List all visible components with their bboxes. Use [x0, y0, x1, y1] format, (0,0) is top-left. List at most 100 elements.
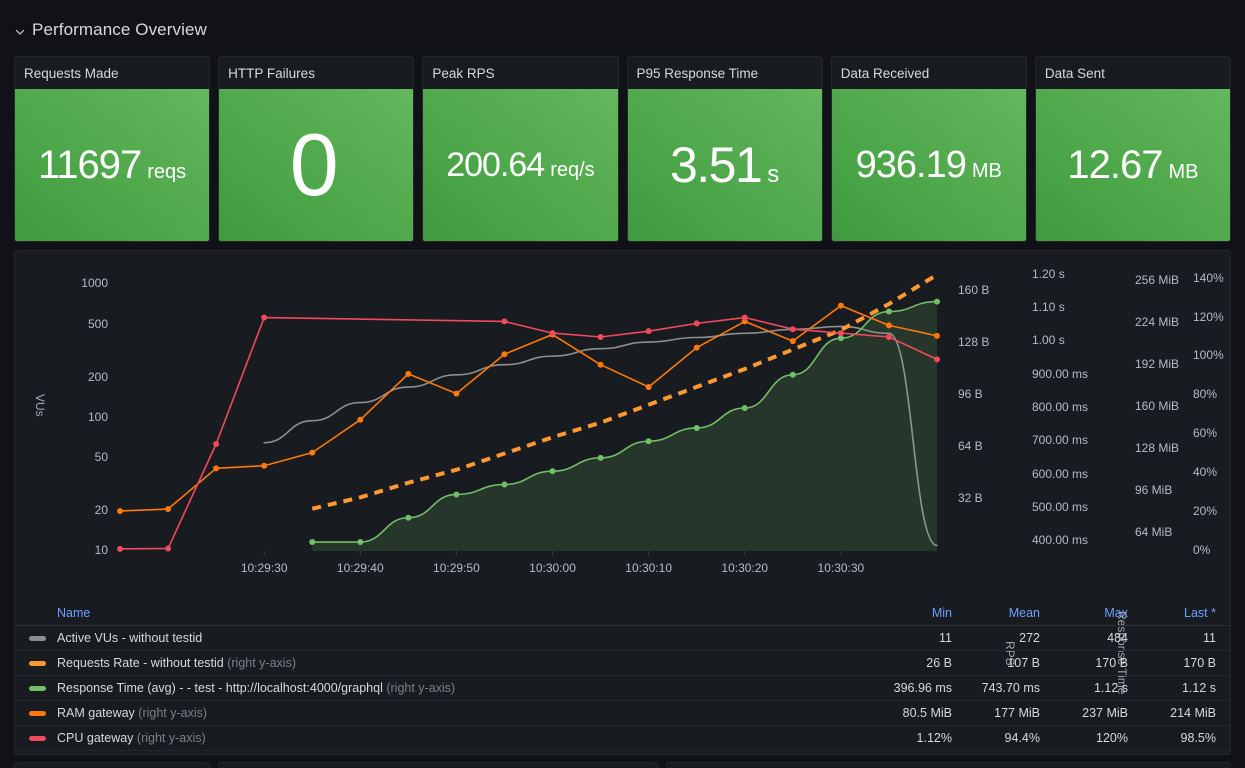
legend-swatch-cell[interactable] — [29, 660, 57, 666]
stat-panel-body: 11697 reqs — [15, 89, 210, 241]
stat-panel-data-sent[interactable]: Data Sent 12.67 MB — [1034, 56, 1232, 242]
axis-tick-label: 1.00 s — [1032, 333, 1065, 348]
axis-tick-label: 50 — [94, 449, 108, 464]
next-row-panel-3[interactable] — [666, 762, 1231, 768]
series-point — [501, 351, 508, 358]
legend-value-mean: 272 — [1019, 631, 1040, 645]
legend-series-name[interactable]: RAM gateway (right y-axis) — [57, 706, 864, 720]
stat-panel-title: Requests Made — [15, 57, 210, 89]
legend-value-max: 1.12 s — [1093, 681, 1128, 695]
axis-tick-label: 500.00 ms — [1032, 499, 1089, 514]
series-color-swatch-icon[interactable] — [29, 685, 46, 691]
next-row-panel-2[interactable] — [218, 762, 658, 768]
legend-swatch-cell[interactable] — [29, 710, 57, 716]
series-point — [549, 330, 556, 337]
dashboard-row-header[interactable]: Performance Overview — [14, 16, 207, 44]
series-point — [837, 330, 844, 337]
series-point — [741, 405, 748, 411]
axis-tick-label: 200 — [87, 369, 108, 384]
series-point — [597, 454, 604, 461]
legend-series-label: Active VUs - without testid — [57, 631, 203, 645]
legend-value-mean: 177 MiB — [994, 706, 1040, 720]
timeseries-graph-panel[interactable]: 1000 500 200 100 50 20 10 160 B 128 B 96 B 64 B 32 … — [14, 250, 1231, 755]
legend-series-name[interactable]: CPU gateway (right y-axis) — [57, 731, 864, 745]
legend-axis-note: (right y-axis) — [138, 706, 208, 720]
legend-value-max: 120% — [1096, 731, 1128, 745]
stat-panel-data-received[interactable]: Data Received 936.19 MB — [830, 56, 1027, 242]
legend-swatch-cell[interactable] — [29, 685, 57, 691]
legend-column-min[interactable]: Min — [864, 606, 952, 620]
axis-tick-label: 800.00 ms — [1032, 400, 1089, 414]
series-point — [357, 416, 364, 423]
series-point — [934, 356, 940, 363]
series-color-swatch-icon[interactable] — [29, 635, 46, 641]
legend-column-name[interactable]: Name — [57, 606, 864, 620]
x-axis-tick-label: 10:30:10 — [625, 561, 672, 575]
legend-axis-note: (right y-axis) — [136, 731, 206, 745]
stat-panel-p95-response-time[interactable]: P95 Response Time 3.51 s — [626, 56, 823, 242]
grafana-dashboard: Performance Overview Requests Made 11697… — [0, 0, 1245, 768]
legend-value-max: 170 B — [1095, 656, 1128, 670]
legend-series-row[interactable]: Requests Rate - without testid (right y-… — [15, 651, 1230, 676]
legend-value-min: 80.5 MiB — [902, 706, 952, 720]
stat-panel-peak-rps[interactable]: Peak RPS 200.64 req/s — [422, 56, 619, 242]
series-color-swatch-icon[interactable] — [29, 710, 46, 716]
stat-panel-requests-made[interactable]: Requests Made 11697 reqs — [14, 56, 211, 242]
y-axis-title-vus: VUs — [33, 394, 47, 417]
legend-swatch-cell[interactable] — [29, 735, 57, 741]
axis-tick-label: 256 MiB — [1135, 272, 1180, 287]
stat-panel-http-failures[interactable]: HTTP Failures 0 — [218, 56, 415, 242]
graph-legend-table: Name Min Mean Max Last * Active VUs - wi… — [15, 601, 1230, 751]
stat-panel-body: 200.64 req/s — [423, 89, 618, 241]
x-axis-tick-label: 10:29:50 — [433, 561, 480, 575]
legend-header-row: Name Min Mean Max Last * — [15, 601, 1230, 626]
series-color-swatch-icon[interactable] — [29, 660, 46, 666]
legend-series-name[interactable]: Requests Rate - without testid (right y-… — [57, 656, 864, 670]
legend-value-last: 11 — [1203, 631, 1216, 645]
legend-column-last[interactable]: Last * — [1128, 606, 1216, 620]
axis-tick-label: 0% — [1193, 543, 1211, 557]
legend-series-label: RAM gateway — [57, 706, 135, 720]
next-row-panels — [0, 762, 1245, 768]
legend-series-row[interactable]: CPU gateway (right y-axis) 1.12% 94.4% 1… — [15, 726, 1230, 751]
stat-panel-title: P95 Response Time — [627, 57, 822, 89]
legend-series-row[interactable]: Response Time (avg) - - test - http://lo… — [15, 676, 1230, 701]
legend-value-mean: 107 B — [1007, 656, 1040, 670]
chevron-down-icon[interactable] — [14, 26, 26, 38]
axis-tick-label: 120% — [1193, 309, 1224, 324]
legend-value-min: 396.96 ms — [893, 681, 952, 695]
legend-series-name[interactable]: Active VUs - without testid — [57, 631, 864, 645]
legend-series-name[interactable]: Response Time (avg) - - test - http://lo… — [57, 681, 864, 695]
graph-plot-area[interactable]: 1000 500 200 100 50 20 10 160 B 128 B 96 B 64 B 32 … — [15, 251, 1230, 596]
series-point — [357, 539, 364, 546]
axis-tick-label: 64 MiB — [1135, 524, 1173, 539]
legend-value-min: 26 B — [926, 656, 952, 670]
next-row-panel-1[interactable] — [14, 762, 210, 768]
series-point — [261, 314, 268, 321]
stat-panel-body: 936.19 MB — [831, 89, 1026, 241]
legend-series-row[interactable]: RAM gateway (right y-axis) 80.5 MiB 177 … — [15, 701, 1230, 726]
legend-series-row[interactable]: Active VUs - without testid 11 272 484 1… — [15, 626, 1230, 651]
series-point — [453, 390, 460, 397]
stat-panel-title: HTTP Failures — [219, 57, 414, 89]
series-point — [261, 462, 268, 469]
stat-panel-title: Data Sent — [1035, 57, 1231, 89]
axis-tick-label: 400.00 ms — [1032, 533, 1089, 548]
legend-column-mean[interactable]: Mean — [952, 606, 1040, 620]
stat-unit: s — [767, 161, 780, 188]
series-point — [645, 438, 652, 445]
series-point — [885, 308, 892, 315]
series-point — [789, 326, 796, 333]
legend-axis-note: (right y-axis) — [227, 656, 296, 670]
series-point — [117, 507, 123, 514]
axis-tick-label: 20% — [1193, 504, 1218, 519]
axis-tick-label: 96 B — [958, 387, 983, 401]
legend-value-max: 237 MiB — [1082, 706, 1128, 720]
legend-swatch-cell[interactable] — [29, 635, 57, 641]
series-point — [165, 506, 172, 513]
series-color-swatch-icon[interactable] — [29, 735, 46, 741]
axis-tick-label: 32 B — [958, 491, 983, 505]
legend-column-max[interactable]: Max — [1040, 606, 1128, 620]
stat-panel-row: Requests Made 11697 reqs HTTP Failures 0… — [14, 56, 1232, 242]
row-title: Performance Overview — [32, 20, 207, 39]
